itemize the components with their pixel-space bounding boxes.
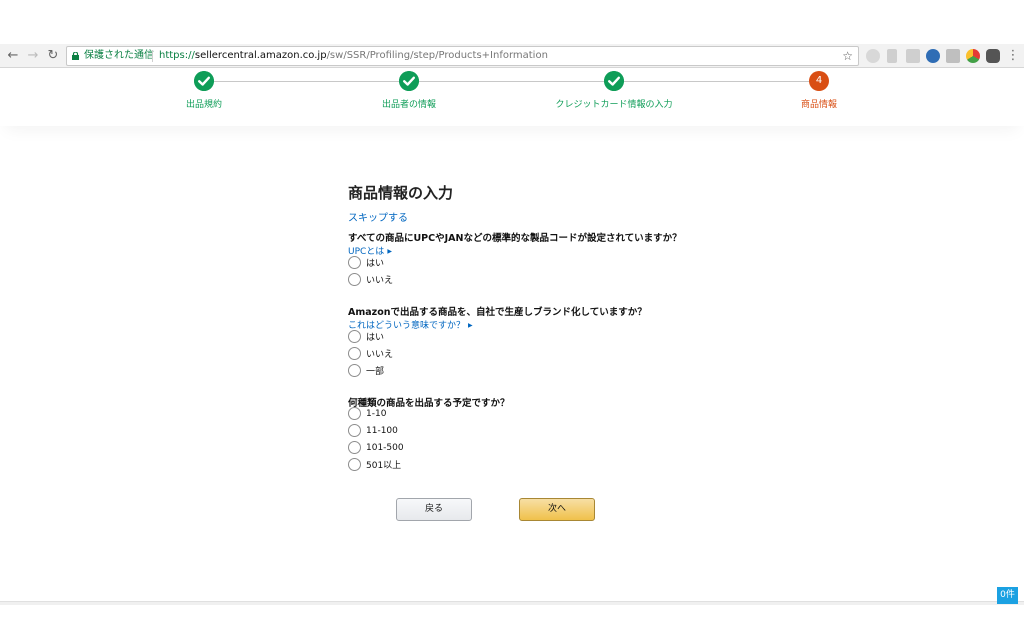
option-label: はい bbox=[366, 333, 385, 343]
radio-button[interactable] bbox=[348, 347, 361, 360]
bookmarks-extension-icon[interactable] bbox=[887, 49, 897, 63]
secure-connection-label[interactable]: 保護された通信 bbox=[84, 47, 154, 65]
lock-icon bbox=[72, 52, 79, 60]
option-count-101-500[interactable]: 101-500 bbox=[348, 440, 404, 455]
radio-button[interactable] bbox=[348, 330, 361, 343]
step-label: クレジットカード情報の入力 bbox=[555, 100, 673, 110]
step-number: 4 bbox=[809, 71, 829, 91]
step-label: 出品者の情報 bbox=[381, 100, 436, 110]
step-3: クレジットカード情報の入力 bbox=[514, 71, 714, 110]
url-scheme: https:// bbox=[159, 50, 195, 61]
count-badge[interactable]: 0件 bbox=[997, 587, 1018, 604]
reload-icon[interactable]: ↻ bbox=[45, 48, 61, 64]
settings-extension-icon[interactable] bbox=[926, 49, 940, 63]
color-extension-icon[interactable] bbox=[966, 49, 980, 63]
option-label: 一部 bbox=[366, 367, 385, 377]
option-product-codes-yes[interactable]: はい bbox=[348, 255, 384, 270]
next-button[interactable]: 次へ bbox=[519, 498, 595, 521]
caret-right-icon: ▶ bbox=[468, 322, 473, 329]
step-label: 商品情報 bbox=[800, 100, 837, 110]
option-own-brand-yes[interactable]: はい bbox=[348, 329, 384, 344]
back-button[interactable]: 戻る bbox=[396, 498, 472, 521]
page-title: 商品情報の入力 bbox=[348, 184, 454, 202]
checkmark-icon bbox=[604, 71, 624, 91]
option-label: いいえ bbox=[366, 276, 394, 286]
checkmark-icon bbox=[399, 71, 419, 91]
radio-button[interactable] bbox=[348, 407, 361, 420]
radio-button[interactable] bbox=[348, 424, 361, 437]
footer-divider bbox=[0, 601, 1024, 605]
option-label: 101-500 bbox=[366, 442, 404, 453]
option-label: 501以上 bbox=[366, 461, 402, 471]
option-own-brand-no[interactable]: いいえ bbox=[348, 346, 393, 361]
option-count-11-100[interactable]: 11-100 bbox=[348, 423, 398, 438]
menu-dots-icon[interactable]: ⋮ bbox=[1005, 48, 1021, 64]
gamepad-extension-icon[interactable] bbox=[986, 49, 1000, 63]
cloud-extension-icon[interactable] bbox=[866, 49, 880, 63]
caret-right-icon: ▶ bbox=[387, 248, 392, 255]
browser-toolbar: ← → ↻ 保護された通信 https://sellercentral.amaz… bbox=[0, 44, 1024, 68]
option-label: はい bbox=[366, 259, 385, 269]
option-count-1-10[interactable]: 1-10 bbox=[348, 406, 386, 421]
bookmark-star-icon[interactable]: ☆ bbox=[842, 47, 853, 65]
radio-button[interactable] bbox=[348, 256, 361, 269]
checkmark-icon bbox=[194, 71, 214, 91]
back-arrow-icon[interactable]: ← bbox=[5, 48, 21, 64]
radio-button[interactable] bbox=[348, 364, 361, 377]
reader-extension-icon[interactable] bbox=[946, 49, 960, 63]
address-bar[interactable]: 保護された通信 https://sellercentral.amazon.co.… bbox=[66, 46, 859, 66]
progress-stepper: 出品規約 出品者の情報 クレジットカード情報の入力 4 商品情報 bbox=[0, 68, 1024, 126]
option-count-501-plus[interactable]: 501以上 bbox=[348, 457, 401, 472]
question-product-codes: すべての商品にUPCやJANなどの標準的な製品コードが設定されていますか？ bbox=[348, 233, 682, 244]
option-label: いいえ bbox=[366, 350, 394, 360]
skip-link[interactable]: スキップする bbox=[348, 209, 408, 224]
url-text[interactable]: https://sellercentral.amazon.co.jp/sw/SS… bbox=[159, 47, 548, 65]
radio-button[interactable] bbox=[348, 441, 361, 454]
radio-button[interactable] bbox=[348, 458, 361, 471]
option-own-brand-partial[interactable]: 一部 bbox=[348, 363, 384, 378]
screenshot-extension-icon[interactable] bbox=[906, 49, 920, 63]
step-label: 出品規約 bbox=[185, 100, 222, 110]
step-1: 出品規約 bbox=[104, 71, 304, 110]
option-label: 11-100 bbox=[366, 425, 398, 436]
url-path: /sw/SSR/Profiling/step/Products+Informat… bbox=[326, 50, 548, 61]
omnibox-separator bbox=[152, 50, 153, 62]
option-product-codes-no[interactable]: いいえ bbox=[348, 272, 393, 287]
question-own-brand: Amazonで出品する商品を、自社で生産しブランド化していますか？ bbox=[348, 307, 647, 318]
step-2: 出品者の情報 bbox=[309, 71, 509, 110]
url-host: sellercentral.amazon.co.jp bbox=[194, 50, 327, 61]
radio-button[interactable] bbox=[348, 273, 361, 286]
option-label: 1-10 bbox=[366, 408, 387, 419]
step-4: 4 商品情報 bbox=[719, 71, 919, 110]
forward-arrow-icon[interactable]: → bbox=[25, 48, 41, 64]
